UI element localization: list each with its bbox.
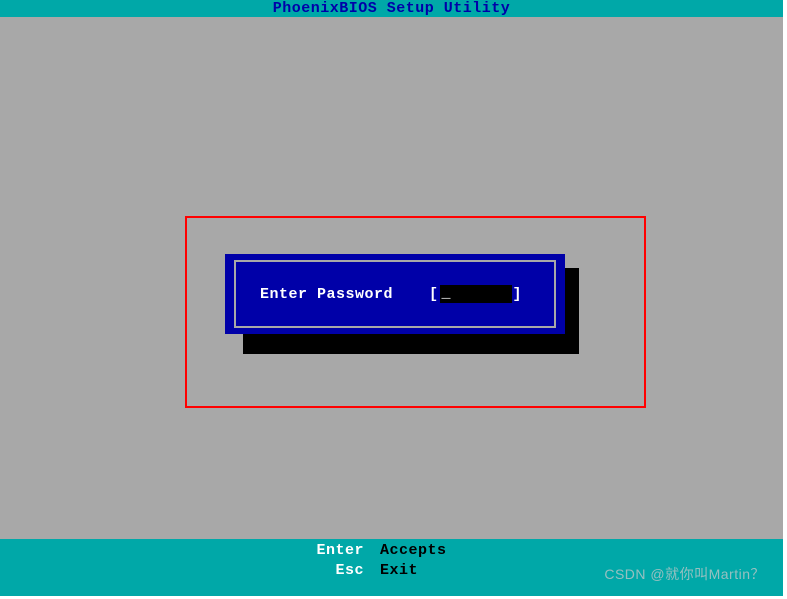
watermark-text: CSDN @就你叫Martin？ [604, 564, 765, 584]
key-esc: Esc [0, 561, 380, 581]
password-dialog: Enter Password [ _ ] [225, 254, 565, 334]
action-accepts: Accepts [380, 541, 447, 561]
footer-row-enter: Enter Accepts [0, 541, 783, 561]
dialog-inner: Enter Password [ _ ] [234, 260, 556, 328]
bracket-open: [ [429, 286, 439, 303]
password-field-wrap: [ _ ] [429, 285, 522, 303]
action-exit: Exit [380, 561, 418, 581]
app-title: PhoenixBIOS Setup Utility [273, 0, 511, 17]
title-bar: PhoenixBIOS Setup Utility [0, 0, 783, 17]
password-input[interactable]: _ [440, 285, 512, 303]
bracket-close: ] [513, 286, 523, 303]
key-enter: Enter [0, 541, 380, 561]
footer-help-bar: Enter Accepts Esc Exit CSDN @就你叫Martin？ [0, 539, 783, 596]
password-label: Enter Password [260, 286, 393, 303]
bios-screen: PhoenixBIOS Setup Utility Enter Password… [0, 0, 783, 596]
